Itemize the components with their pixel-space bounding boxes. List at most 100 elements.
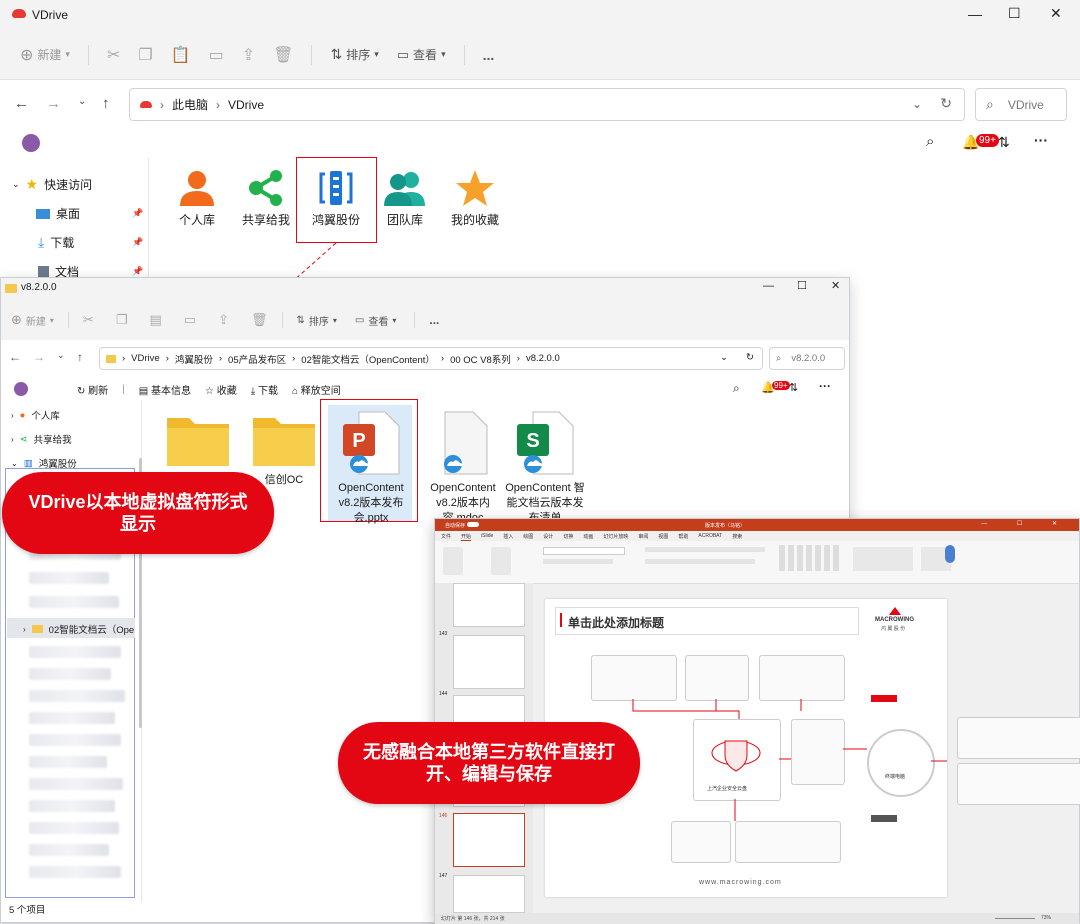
- rename-icon[interactable]: ▭: [184, 312, 196, 328]
- sub-title-bar: v8.2.0.0 — ☐ ✕: [1, 278, 849, 300]
- slide-website: www.macrowing.com: [699, 879, 782, 886]
- ppt-ribbon: [435, 541, 1079, 584]
- folder-icon: [106, 354, 116, 363]
- folder-icon: [167, 418, 229, 466]
- plus-icon: ⊕: [11, 312, 22, 327]
- file-folder-xinchuang[interactable]: 信创OC: [249, 410, 319, 488]
- paste-icon[interactable]: ▤: [149, 312, 161, 328]
- info-button[interactable]: ▤ 基本信息: [139, 382, 191, 397]
- ribbon-tab[interactable]: 视图: [658, 533, 668, 541]
- person-icon: ●: [19, 409, 26, 421]
- avatar[interactable]: [14, 382, 28, 396]
- ribbon-tab[interactable]: 插入: [503, 533, 513, 541]
- maximize-button[interactable]: ☐: [797, 279, 807, 292]
- dropdown-icon[interactable]: ⌄: [720, 352, 728, 363]
- callout-virtual-drive: VDrive以本地虚拟盘符形式显示: [2, 472, 274, 554]
- view-icon: ▭: [354, 314, 365, 326]
- folder-icon: [5, 284, 17, 293]
- svg-text:P: P: [352, 430, 365, 452]
- copy-icon[interactable]: ❐: [116, 312, 128, 328]
- folder-icon: [253, 418, 315, 466]
- zoom-slider[interactable]: [995, 918, 1035, 919]
- notify-badge: 99+: [772, 381, 790, 390]
- ppt-title-bar: 自动保存 版本发布（马铭） — ☐ ✕: [435, 519, 1079, 531]
- download-button[interactable]: ⤓ 下载: [251, 382, 278, 397]
- search-icon: ⌕: [776, 353, 782, 364]
- ribbon-tab[interactable]: 切换: [563, 533, 573, 541]
- ribbon-tab[interactable]: 绘图: [523, 533, 533, 541]
- view-button[interactable]: ▭ 查看 ▾: [355, 313, 396, 328]
- tree-item-personal[interactable]: › ● 个人库: [11, 408, 60, 423]
- slide-thumb-selected[interactable]: [453, 813, 525, 867]
- recent-icon[interactable]: ⌄: [57, 350, 65, 361]
- breadcrumb-item[interactable]: 02智能文档云（OpenContent）: [301, 352, 435, 366]
- ppt-window-controls[interactable]: — ☐ ✕: [981, 520, 1071, 527]
- breadcrumb-item[interactable]: v8.2.0.0: [526, 353, 560, 364]
- breadcrumb-item[interactable]: VDrive: [131, 353, 160, 364]
- powerpoint-window: 自动保存 版本发布（马铭） — ☐ ✕ 文件 开始 iSlide 插入 绘图 设…: [434, 518, 1080, 924]
- ribbon-tab[interactable]: 帮助: [678, 533, 688, 541]
- folder-icon: [31, 625, 43, 633]
- delete-icon[interactable]: 🗑: [251, 312, 268, 328]
- ribbon-tab[interactable]: iSlide: [481, 533, 493, 541]
- slide-thumb[interactable]: [453, 875, 525, 913]
- autosave-toggle[interactable]: [467, 522, 479, 527]
- search-icon[interactable]: ⌕: [733, 381, 740, 396]
- file-xlsx[interactable]: S OpenContent 智能文档云版本发布清单: [505, 410, 585, 525]
- ribbon-tab[interactable]: 幻灯片放映: [603, 533, 628, 541]
- sort-icon[interactable]: ⇅: [789, 381, 798, 394]
- ribbon-tab[interactable]: 审阅: [638, 533, 648, 541]
- share-icon: ⋖: [19, 433, 28, 445]
- file-folder[interactable]: [163, 410, 233, 473]
- breadcrumb-item[interactable]: 00 OC V8系列: [450, 352, 511, 366]
- ribbon-tab[interactable]: 动画: [583, 533, 593, 541]
- more-button[interactable]: ...: [429, 313, 439, 327]
- close-button[interactable]: ✕: [831, 279, 840, 292]
- ribbon-tab[interactable]: ACROBAT: [698, 533, 722, 541]
- sub-actions: ↻ 刷新 | ▤ 基本信息 ☆ 收藏 ⤓ 下载 ⌂ 释放空间: [77, 382, 341, 397]
- spreadsheet-icon: S: [517, 411, 574, 475]
- breadcrumb-item[interactable]: 05产品发布区: [228, 352, 286, 366]
- minimize-button[interactable]: —: [763, 280, 774, 292]
- sub-search-box[interactable]: ⌕ v8.2.0.0: [769, 347, 845, 370]
- more-icon[interactable]: ···: [819, 379, 831, 393]
- status-bar: 5 个项目: [9, 905, 46, 916]
- sort-button[interactable]: ⇅ 排序 ▾: [297, 313, 337, 328]
- diagram-box: [957, 763, 1080, 805]
- sub-command-bar: ⊕ 新建 ▾ ✂ ❐ ▤ ▭ ⇪ 🗑 ⇅ 排序 ▾ ▭ 查看 ▾ ...: [1, 300, 849, 340]
- chevron-down-icon: ▾: [49, 315, 54, 325]
- ribbon-tab[interactable]: 搜索: [732, 533, 742, 541]
- ppt-ribbon-tabs: 文件 开始 iSlide 插入 绘图 设计 切换 动画 幻灯片放映 审阅 视图 …: [441, 533, 742, 541]
- forward-icon[interactable]: →: [33, 350, 45, 364]
- sub-address-bar[interactable]: › VDrive › 鸿翼股份 › 05产品发布区 › 02智能文档云（OpenCon…: [99, 347, 763, 370]
- callout-third-party: 无感融合本地第三方软件直接打开、编辑与保存: [338, 722, 640, 804]
- tree-item-opencontent[interactable]: › 02智能文档云（Ope: [23, 622, 134, 637]
- powerpoint-icon: P: [343, 411, 400, 475]
- favorite-button[interactable]: ☆ 收藏: [205, 382, 237, 397]
- refresh-icon[interactable]: ↻: [746, 352, 754, 363]
- file-pptx[interactable]: P OpenContent v8.2版本发布会.pptx: [331, 410, 411, 525]
- slide-thumb[interactable]: [453, 635, 525, 689]
- ribbon-tab-home[interactable]: 开始: [461, 533, 472, 541]
- free-space-button[interactable]: ⌂ 释放空间: [292, 382, 341, 397]
- breadcrumb-item[interactable]: 鸿翼股份: [175, 352, 213, 366]
- share-icon[interactable]: ⇪: [218, 312, 229, 328]
- chevron-down-icon: ▾: [332, 315, 337, 325]
- file-mdoc[interactable]: OpenContent v8.2版本内容.mdoc: [423, 410, 503, 525]
- diagram-box: [957, 717, 1080, 759]
- new-button[interactable]: ⊕ 新建 ▾: [11, 312, 54, 328]
- up-icon[interactable]: ↑: [77, 350, 83, 364]
- slide-thumb[interactable]: [453, 583, 525, 627]
- building-icon: ▥: [23, 457, 33, 469]
- diagram-tag: [871, 815, 897, 822]
- ribbon-tab[interactable]: 文件: [441, 533, 451, 541]
- chevron-down-icon: ▾: [392, 315, 397, 325]
- refresh-button[interactable]: ↻ 刷新: [77, 382, 108, 397]
- diagram-tag: [871, 695, 897, 702]
- sub-window-title: v8.2.0.0: [21, 282, 57, 293]
- ribbon-tab[interactable]: 设计: [543, 533, 553, 541]
- tree-item-shared[interactable]: › ⋖ 共享给我: [11, 432, 72, 447]
- cut-icon[interactable]: ✂: [83, 312, 94, 328]
- sort-icon: ⇅: [296, 314, 305, 326]
- back-icon[interactable]: ←: [9, 350, 21, 364]
